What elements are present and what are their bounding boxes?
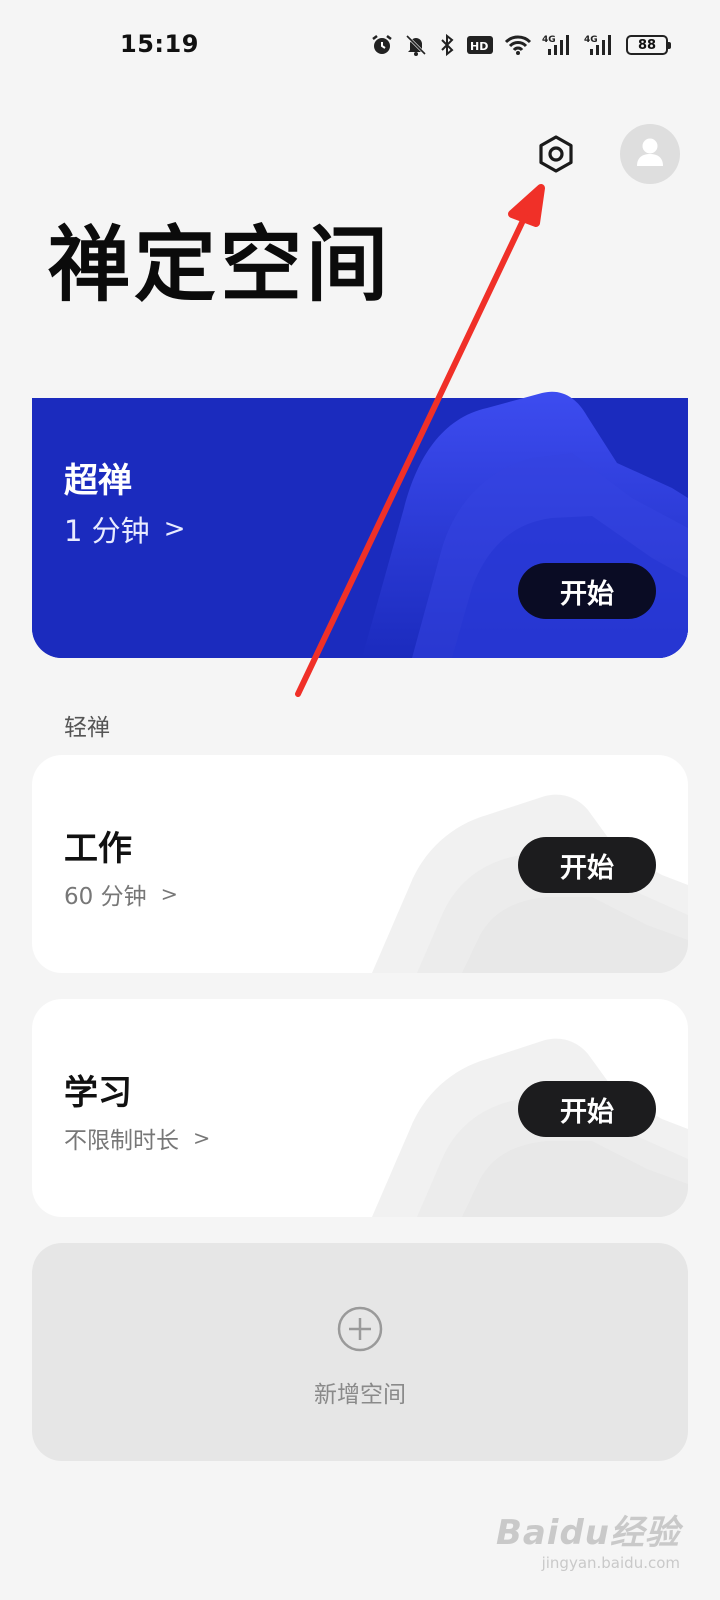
battery-level: 88	[637, 37, 657, 53]
watermark: Baidu经验 jingyan.baidu.com	[496, 1505, 680, 1572]
chevron-right-icon: >	[160, 882, 178, 906]
watermark-url: jingyan.baidu.com	[541, 1554, 680, 1572]
svg-text:4G: 4G	[542, 35, 556, 45]
settings-button[interactable]	[534, 132, 578, 176]
featured-title: 超禅	[64, 461, 132, 501]
featured-duration: 1 分钟	[64, 514, 150, 548]
featured-duration-link[interactable]: 1 分钟 >	[64, 508, 186, 550]
wifi-icon	[504, 34, 532, 56]
add-space-label: 新增空间	[314, 1382, 406, 1408]
start-button[interactable]: 开始	[518, 1081, 656, 1137]
plus-circle-icon	[336, 1305, 384, 1353]
status-time: 15:19	[120, 30, 199, 58]
featured-start-button[interactable]: 开始	[518, 563, 656, 619]
alarm-icon	[370, 33, 394, 57]
status-icons: HD 4G 4G 88	[370, 28, 671, 62]
svg-text:HD: HD	[470, 40, 488, 53]
start-button[interactable]: 开始	[518, 837, 656, 893]
svg-text:4G: 4G	[584, 35, 598, 45]
add-space-button[interactable]: 新增空间	[32, 1243, 688, 1461]
status-bar: 15:19 HD 4G 4G 88	[0, 0, 720, 92]
bluetooth-icon	[438, 33, 456, 57]
watermark-logo: Baidu经验	[495, 1513, 680, 1553]
user-icon	[635, 136, 665, 172]
hd-icon: HD	[466, 34, 494, 56]
space-duration: 不限制时长	[64, 1128, 179, 1154]
space-title: 学习	[64, 1073, 132, 1113]
chevron-right-icon: >	[193, 1126, 211, 1150]
space-duration-link[interactable]: 不限制时长 >	[64, 1121, 210, 1155]
battery-icon: 88	[626, 35, 671, 55]
mute-bell-icon	[404, 33, 428, 57]
page-title: 禅定空间	[48, 218, 393, 313]
chevron-right-icon: >	[163, 514, 186, 544]
space-card-study[interactable]: 学习 不限制时长 > 开始	[32, 999, 688, 1217]
signal-4g-icon: 4G	[584, 33, 616, 57]
space-duration-link[interactable]: 60 分钟 >	[64, 877, 178, 911]
settings-hex-icon	[534, 135, 578, 180]
signal-4g-icon: 4G	[542, 33, 574, 57]
featured-card[interactable]: 超禅 1 分钟 > 开始	[32, 391, 688, 658]
section-label: 轻禅	[64, 715, 110, 741]
space-card-work[interactable]: 工作 60 分钟 > 开始	[32, 755, 688, 973]
space-duration: 60 分钟	[64, 884, 147, 910]
avatar[interactable]	[620, 124, 680, 184]
space-title: 工作	[64, 829, 132, 869]
